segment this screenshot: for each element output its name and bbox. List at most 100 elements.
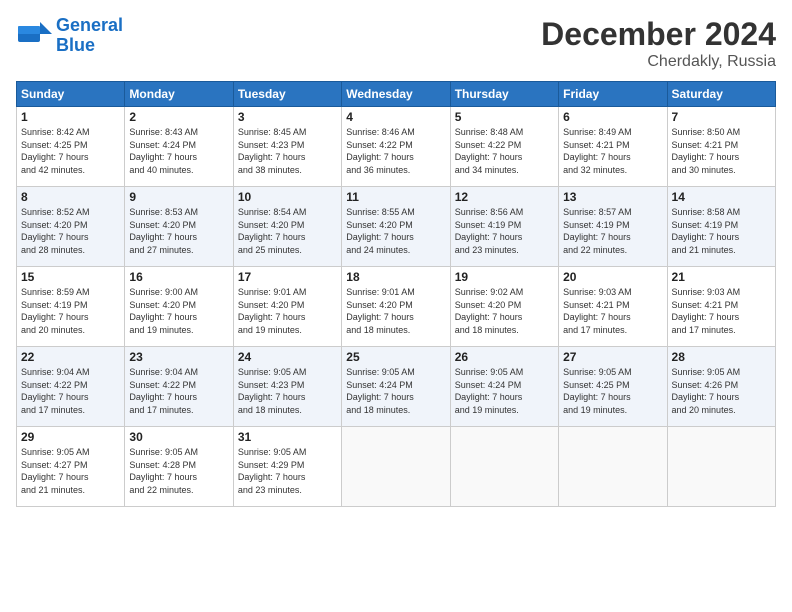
day-info: Sunrise: 9:01 AM Sunset: 4:20 PM Dayligh… <box>346 286 445 336</box>
day-info: Sunrise: 8:43 AM Sunset: 4:24 PM Dayligh… <box>129 126 228 176</box>
title-block: December 2024 Cherdakly, Russia <box>541 16 776 71</box>
day-info: Sunrise: 9:05 AM Sunset: 4:25 PM Dayligh… <box>563 366 662 416</box>
day-info: Sunrise: 9:04 AM Sunset: 4:22 PM Dayligh… <box>129 366 228 416</box>
calendar-cell: 15 Sunrise: 8:59 AM Sunset: 4:19 PM Dayli… <box>17 267 125 347</box>
calendar-cell: 21Sunrise: 9:03 AM Sunset: 4:21 PM Dayli… <box>667 267 775 347</box>
day-number: 13 <box>563 190 662 204</box>
day-number: 29 <box>21 430 120 444</box>
day-info: Sunrise: 9:00 AM Sunset: 4:20 PM Dayligh… <box>129 286 228 336</box>
col-header-wednesday: Wednesday <box>342 82 450 107</box>
day-info: Sunrise: 9:05 AM Sunset: 4:24 PM Dayligh… <box>346 366 445 416</box>
calendar-cell: 6 Sunrise: 8:49 AM Sunset: 4:21 PM Daylig… <box>559 107 667 187</box>
day-number: 3 <box>238 110 337 124</box>
day-number: 23 <box>129 350 228 364</box>
day-info: Sunrise: 9:05 AM Sunset: 4:29 PM Dayligh… <box>238 446 337 496</box>
calendar-cell: 30 Sunrise: 9:05 AM Sunset: 4:28 PM Dayli… <box>125 427 233 507</box>
calendar-week-row: 1Sunrise: 8:42 AM Sunset: 4:25 PM Daylig… <box>17 107 776 187</box>
calendar-cell: 10 Sunrise: 8:54 AM Sunset: 4:20 PM Dayli… <box>233 187 341 267</box>
day-number: 31 <box>238 430 337 444</box>
day-info: Sunrise: 8:58 AM Sunset: 4:19 PM Dayligh… <box>672 206 771 256</box>
day-info: Sunrise: 9:02 AM Sunset: 4:20 PM Dayligh… <box>455 286 554 336</box>
calendar-cell: 13 Sunrise: 8:57 AM Sunset: 4:19 PM Dayli… <box>559 187 667 267</box>
logo: General Blue <box>16 16 123 56</box>
calendar-cell <box>667 427 775 507</box>
day-number: 8 <box>21 190 120 204</box>
day-info: Sunrise: 9:01 AM Sunset: 4:20 PM Dayligh… <box>238 286 337 336</box>
calendar-cell: 23 Sunrise: 9:04 AM Sunset: 4:22 PM Dayli… <box>125 347 233 427</box>
day-number: 25 <box>346 350 445 364</box>
day-info: Sunrise: 9:05 AM Sunset: 4:26 PM Dayligh… <box>672 366 771 416</box>
day-number: 9 <box>129 190 228 204</box>
day-info: Sunrise: 8:54 AM Sunset: 4:20 PM Dayligh… <box>238 206 337 256</box>
day-info: Sunrise: 8:57 AM Sunset: 4:19 PM Dayligh… <box>563 206 662 256</box>
day-info: Sunrise: 9:03 AM Sunset: 4:21 PM Dayligh… <box>563 286 662 336</box>
calendar-cell: 18 Sunrise: 9:01 AM Sunset: 4:20 PM Dayli… <box>342 267 450 347</box>
calendar-cell <box>450 427 558 507</box>
calendar-week-row: 22 Sunrise: 9:04 AM Sunset: 4:22 PM Dayli… <box>17 347 776 427</box>
calendar-week-row: 8 Sunrise: 8:52 AM Sunset: 4:20 PM Daylig… <box>17 187 776 267</box>
day-info: Sunrise: 8:49 AM Sunset: 4:21 PM Dayligh… <box>563 126 662 176</box>
logo-blue: Blue <box>56 35 95 55</box>
calendar-cell: 17 Sunrise: 9:01 AM Sunset: 4:20 PM Dayli… <box>233 267 341 347</box>
calendar-cell: 22 Sunrise: 9:04 AM Sunset: 4:22 PM Dayli… <box>17 347 125 427</box>
logo-icon <box>16 18 52 54</box>
day-info: Sunrise: 8:46 AM Sunset: 4:22 PM Dayligh… <box>346 126 445 176</box>
calendar-cell <box>559 427 667 507</box>
col-header-tuesday: Tuesday <box>233 82 341 107</box>
day-number: 15 <box>21 270 120 284</box>
calendar-cell <box>342 427 450 507</box>
day-number: 19 <box>455 270 554 284</box>
logo-text: General Blue <box>56 16 123 56</box>
day-number: 1 <box>21 110 120 124</box>
calendar-cell: 26 Sunrise: 9:05 AM Sunset: 4:24 PM Dayli… <box>450 347 558 427</box>
calendar-table: SundayMondayTuesdayWednesdayThursdayFrid… <box>16 81 776 507</box>
day-number: 2 <box>129 110 228 124</box>
day-info: Sunrise: 8:56 AM Sunset: 4:19 PM Dayligh… <box>455 206 554 256</box>
day-info: Sunrise: 9:05 AM Sunset: 4:24 PM Dayligh… <box>455 366 554 416</box>
calendar-cell: 20 Sunrise: 9:03 AM Sunset: 4:21 PM Dayli… <box>559 267 667 347</box>
day-info: Sunrise: 8:50 AM Sunset: 4:21 PM Dayligh… <box>672 126 771 176</box>
day-number: 4 <box>346 110 445 124</box>
day-number: 10 <box>238 190 337 204</box>
day-number: 7 <box>672 110 771 124</box>
day-number: 12 <box>455 190 554 204</box>
calendar-cell: 7 Sunrise: 8:50 AM Sunset: 4:21 PM Daylig… <box>667 107 775 187</box>
day-number: 26 <box>455 350 554 364</box>
calendar-week-row: 15 Sunrise: 8:59 AM Sunset: 4:19 PM Dayli… <box>17 267 776 347</box>
day-info: Sunrise: 8:53 AM Sunset: 4:20 PM Dayligh… <box>129 206 228 256</box>
day-info: Sunrise: 8:48 AM Sunset: 4:22 PM Dayligh… <box>455 126 554 176</box>
calendar-cell: 14 Sunrise: 8:58 AM Sunset: 4:19 PM Dayli… <box>667 187 775 267</box>
day-info: Sunrise: 9:05 AM Sunset: 4:23 PM Dayligh… <box>238 366 337 416</box>
col-header-sunday: Sunday <box>17 82 125 107</box>
day-info: Sunrise: 9:03 AM Sunset: 4:21 PM Dayligh… <box>672 286 771 336</box>
day-info: Sunrise: 8:59 AM Sunset: 4:19 PM Dayligh… <box>21 286 120 336</box>
day-number: 22 <box>21 350 120 364</box>
day-number: 11 <box>346 190 445 204</box>
day-number: 17 <box>238 270 337 284</box>
day-number: 6 <box>563 110 662 124</box>
calendar-cell: 16 Sunrise: 9:00 AM Sunset: 4:20 PM Dayli… <box>125 267 233 347</box>
day-number: 20 <box>563 270 662 284</box>
calendar-cell: 11 Sunrise: 8:55 AM Sunset: 4:20 PM Dayli… <box>342 187 450 267</box>
day-info: Sunrise: 8:55 AM Sunset: 4:20 PM Dayligh… <box>346 206 445 256</box>
calendar-cell: 5Sunrise: 8:48 AM Sunset: 4:22 PM Daylig… <box>450 107 558 187</box>
day-number: 24 <box>238 350 337 364</box>
day-number: 30 <box>129 430 228 444</box>
day-number: 14 <box>672 190 771 204</box>
logo-general: General <box>56 15 123 35</box>
col-header-monday: Monday <box>125 82 233 107</box>
header: General Blue December 2024 Cherdakly, Ru… <box>16 16 776 71</box>
day-info: Sunrise: 9:05 AM Sunset: 4:28 PM Dayligh… <box>129 446 228 496</box>
day-info: Sunrise: 8:52 AM Sunset: 4:20 PM Dayligh… <box>21 206 120 256</box>
location-title: Cherdakly, Russia <box>541 53 776 71</box>
calendar-cell: 9 Sunrise: 8:53 AM Sunset: 4:20 PM Daylig… <box>125 187 233 267</box>
page: General Blue December 2024 Cherdakly, Ru… <box>0 0 792 612</box>
calendar-cell: 2 Sunrise: 8:43 AM Sunset: 4:24 PM Daylig… <box>125 107 233 187</box>
calendar-cell: 31 Sunrise: 9:05 AM Sunset: 4:29 PM Dayli… <box>233 427 341 507</box>
calendar-cell: 19 Sunrise: 9:02 AM Sunset: 4:20 PM Dayli… <box>450 267 558 347</box>
day-number: 18 <box>346 270 445 284</box>
calendar-cell: 8 Sunrise: 8:52 AM Sunset: 4:20 PM Daylig… <box>17 187 125 267</box>
day-info: Sunrise: 9:04 AM Sunset: 4:22 PM Dayligh… <box>21 366 120 416</box>
calendar-cell: 1Sunrise: 8:42 AM Sunset: 4:25 PM Daylig… <box>17 107 125 187</box>
day-number: 16 <box>129 270 228 284</box>
